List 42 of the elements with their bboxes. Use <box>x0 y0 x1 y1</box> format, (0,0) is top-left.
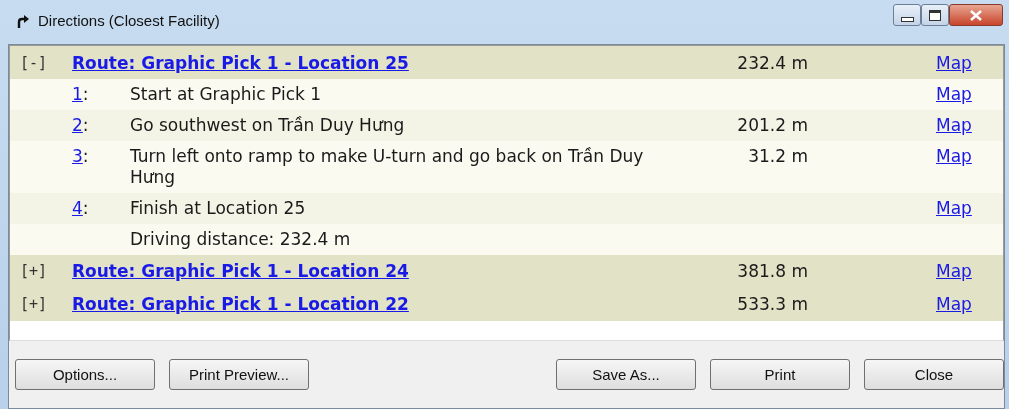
expand-toggle[interactable]: [-] <box>20 53 72 72</box>
map-link[interactable]: Map <box>936 52 972 73</box>
step-text: Start at Graphic Pick 1 <box>130 84 323 106</box>
map-link[interactable]: Map <box>936 115 972 135</box>
map-link[interactable]: Map <box>936 84 972 104</box>
route-link[interactable]: Route: Graphic Pick 1 - Location 25 <box>72 52 682 73</box>
map-link[interactable]: Map <box>936 294 972 314</box>
expand-toggle[interactable]: [+] <box>20 262 72 280</box>
step-number-link[interactable]: 1 <box>72 84 83 104</box>
turn-arrow-icon <box>16 13 30 29</box>
dialog-button[interactable]: Options... <box>15 359 155 390</box>
dialog-button[interactable]: Print <box>710 359 850 390</box>
step-text: Driving distance: 232.4 m <box>130 228 352 250</box>
route-distance: 533.3 m <box>736 294 808 314</box>
step-colon: : <box>82 146 89 166</box>
expand-toggle[interactable]: [+] <box>20 295 72 313</box>
close-button[interactable] <box>949 4 1003 26</box>
step-number-link[interactable]: 3 <box>72 146 83 166</box>
step-colon: : <box>82 115 89 135</box>
step-number-link[interactable]: 2 <box>72 115 83 135</box>
step-text: Go southwest on Trần Duy Hưng <box>130 115 406 137</box>
route-distance: 381.8 m <box>736 261 808 281</box>
map-link[interactable]: Map <box>936 261 972 281</box>
step-text: Turn left onto ramp to make U-turn and go back on Trần Duy Hưng <box>130 146 645 189</box>
route-distance: 232.4 m <box>736 52 808 73</box>
step-text: Finish at Location 25 <box>130 197 307 219</box>
map-link[interactable]: Map <box>936 197 972 218</box>
route-link[interactable]: Route: Graphic Pick 1 - Location 22 <box>72 294 682 314</box>
step-distance: 31.2 m <box>748 146 808 166</box>
step-colon: : <box>82 197 89 218</box>
dialog-button[interactable]: Print Preview... <box>169 359 309 390</box>
minimize-button[interactable] <box>893 4 921 26</box>
step-distance: 201.2 m <box>737 115 808 135</box>
close-icon <box>970 9 982 21</box>
route-link[interactable]: Route: Graphic Pick 1 - Location 24 <box>72 261 682 281</box>
map-link[interactable]: Map <box>936 146 972 166</box>
step-number-link[interactable]: 4 <box>72 197 83 218</box>
dialog-button[interactable]: Close <box>864 359 1004 390</box>
window-title: Directions (Closest Facility) <box>38 12 220 29</box>
step-colon: : <box>82 84 89 104</box>
dialog-button[interactable]: Save As... <box>556 359 696 390</box>
maximize-button[interactable] <box>921 4 949 26</box>
